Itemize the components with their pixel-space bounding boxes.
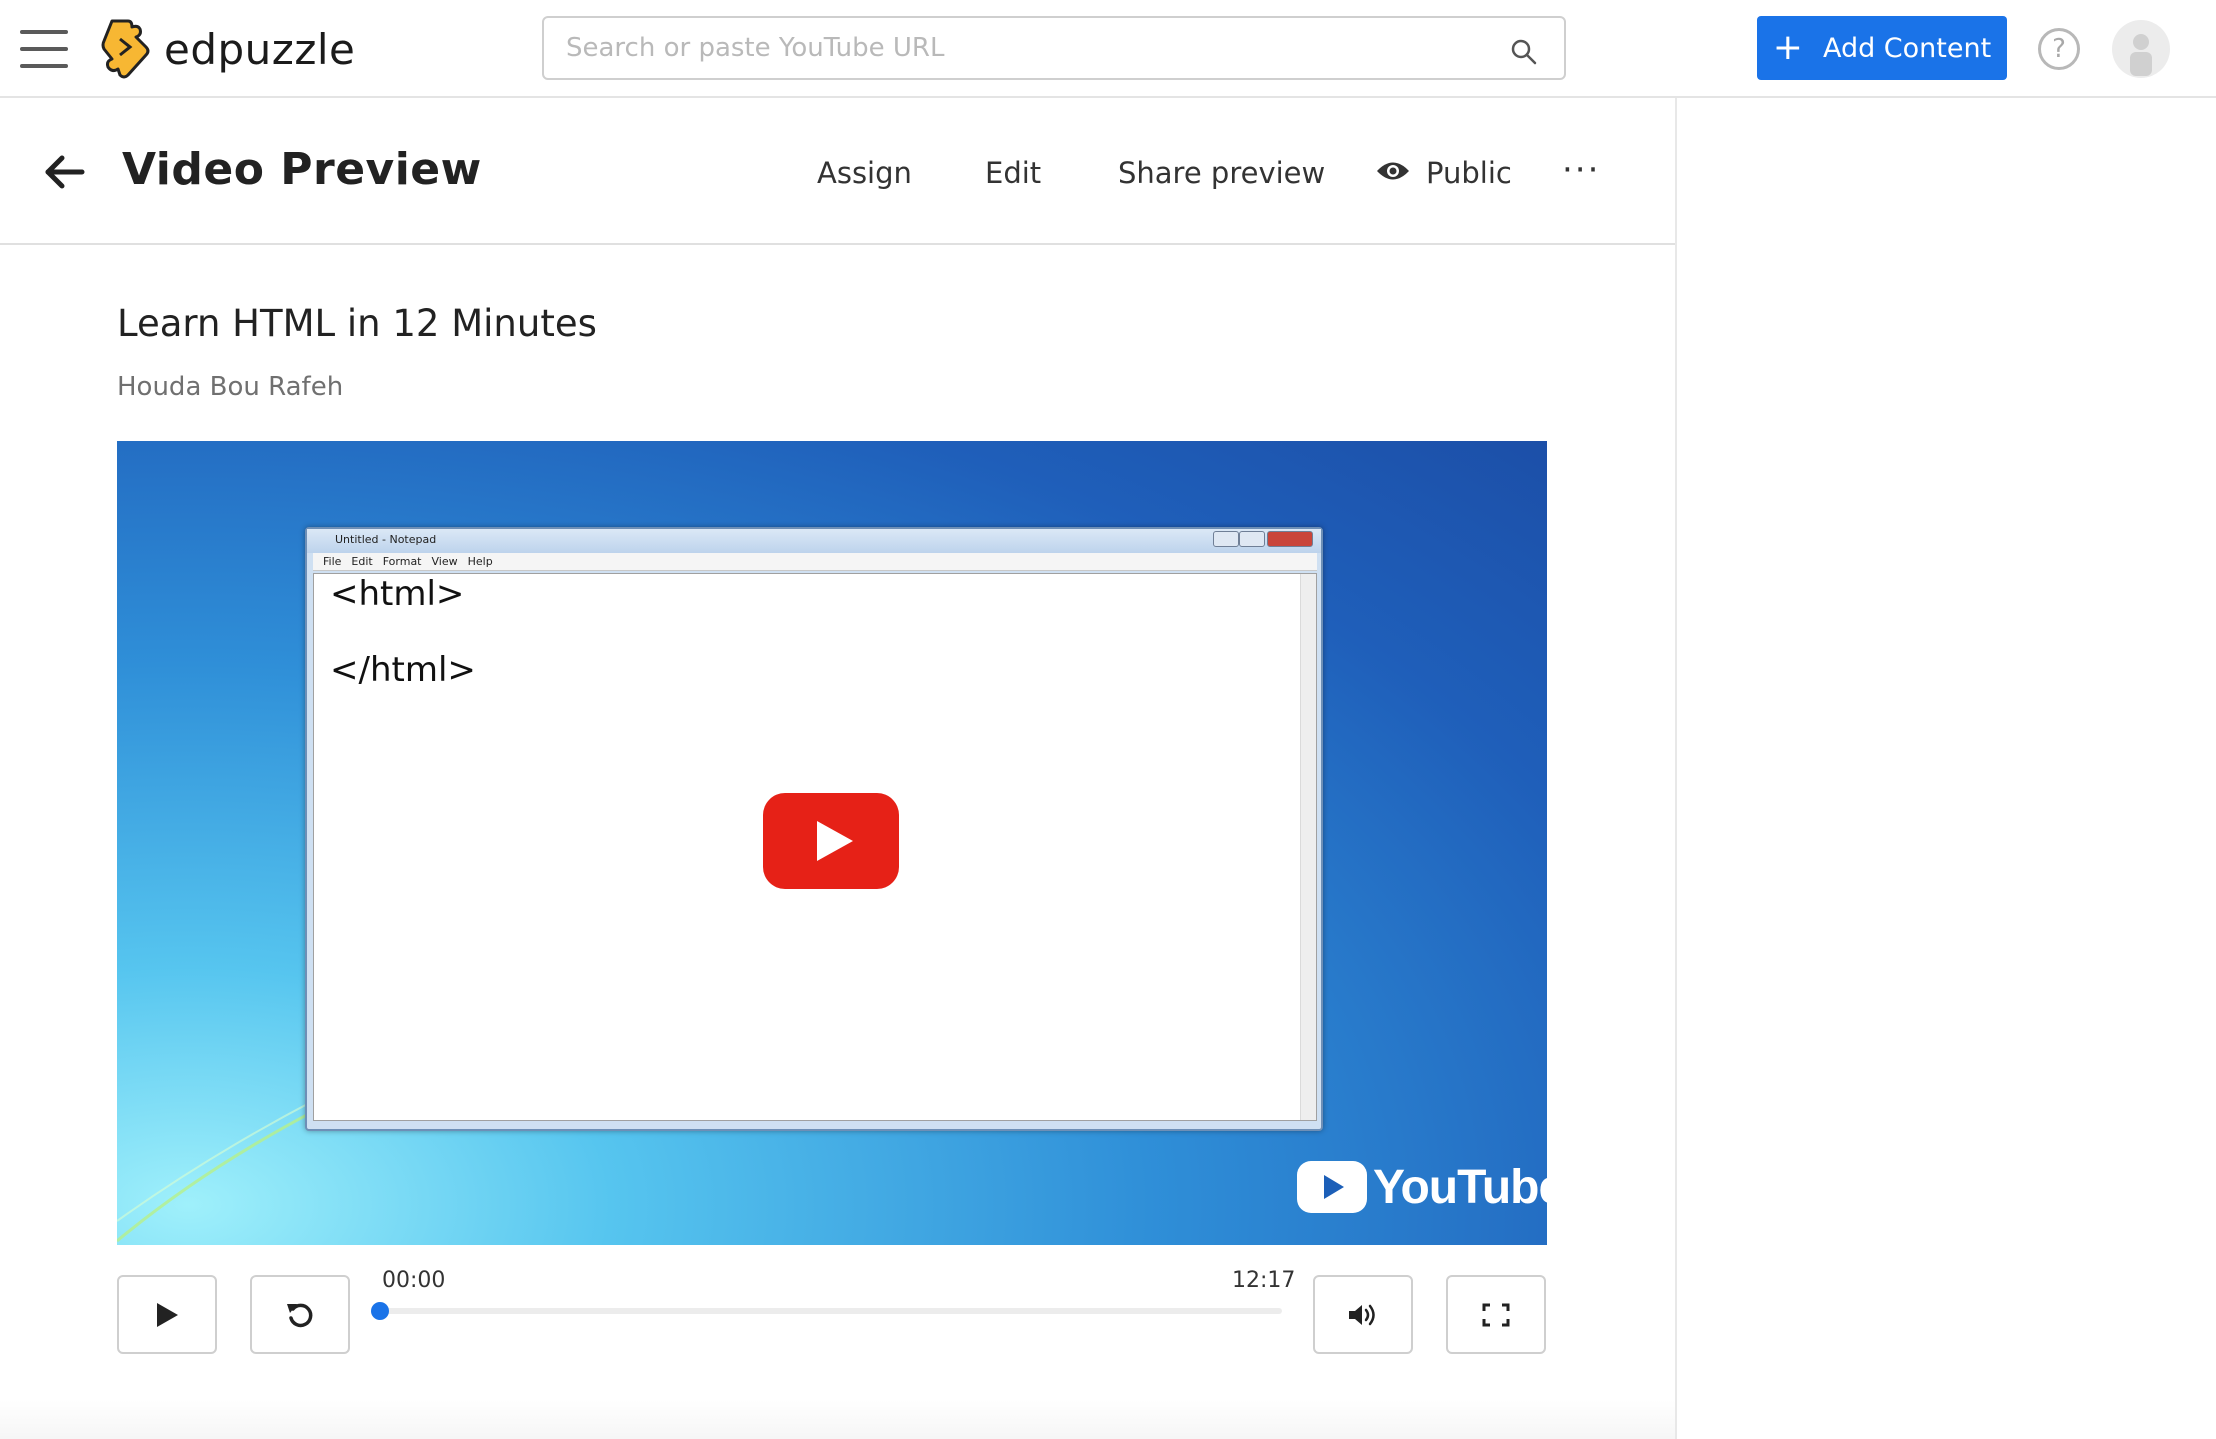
video-title: Learn HTML in 12 Minutes [117, 302, 597, 345]
edit-button[interactable]: Edit [985, 156, 1041, 190]
fullscreen-button[interactable] [1446, 1275, 1546, 1354]
progress-bar[interactable] [380, 1308, 1282, 1314]
notepad-scrollbar [1300, 574, 1316, 1120]
maximize-icon [1239, 531, 1265, 547]
visibility-public-button[interactable]: Public [1426, 156, 1512, 190]
notepad-menu-edit: Edit [351, 555, 373, 568]
close-icon [1267, 531, 1313, 547]
add-content-button[interactable]: + Add Content [1757, 16, 2007, 80]
notepad-menu-format: Format [382, 555, 422, 568]
notepad-menu-view: View [431, 555, 458, 568]
user-silhouette-icon [2130, 34, 2152, 76]
page-title: Video Preview [122, 144, 482, 195]
top-navigation-bar: edpuzzle + Add Content ? [0, 0, 2216, 98]
youtube-watermark[interactable]: YouTube [1297, 1157, 1547, 1217]
video-duration: 12:17 [1232, 1268, 1296, 1293]
fullscreen-icon [1482, 1303, 1510, 1326]
assign-button[interactable]: Assign [817, 156, 912, 190]
add-content-label: Add Content [1822, 32, 1992, 64]
volume-button[interactable] [1313, 1275, 1413, 1354]
notepad-menu-help: Help [467, 555, 493, 568]
search-input[interactable] [566, 28, 1486, 68]
page-bottom [0, 1400, 1675, 1439]
more-options-icon[interactable]: ··· [1562, 150, 1600, 190]
video-author: Houda Bou Rafeh [117, 372, 344, 402]
notepad-menu: File Edit Format View Help [313, 553, 1317, 571]
edpuzzle-logo[interactable]: edpuzzle [98, 14, 355, 84]
code-line-close: </html> [330, 650, 476, 690]
avatar[interactable] [2112, 20, 2170, 78]
rewind-icon [287, 1303, 313, 1327]
brand-name: edpuzzle [164, 24, 356, 74]
share-preview-button[interactable]: Share preview [1118, 156, 1325, 190]
play-button[interactable] [117, 1275, 217, 1354]
minimize-icon [1213, 531, 1239, 547]
volume-icon [1349, 1304, 1375, 1325]
puzzle-logo-icon [101, 19, 150, 79]
plus-icon: + [1772, 27, 1803, 68]
progress-handle[interactable] [371, 1302, 389, 1320]
eye-icon [1377, 162, 1409, 180]
play-icon [157, 1302, 178, 1327]
back-arrow-icon[interactable] [42, 150, 86, 194]
video-player[interactable]: Untitled - Notepad File Edit Format View… [117, 441, 1547, 1245]
right-panel-divider [1675, 98, 1677, 1439]
youtube-watermark-text: YouTube [1373, 1160, 1547, 1214]
youtube-play-icon[interactable] [763, 793, 899, 889]
page-header: Video Preview Assign Edit Share preview … [0, 98, 1675, 245]
help-icon[interactable]: ? [2038, 28, 2080, 70]
search-box[interactable] [542, 16, 1566, 80]
notepad-menu-file: File [323, 555, 342, 568]
youtube-logo-icon [1297, 1161, 1367, 1213]
current-time: 00:00 [382, 1268, 446, 1293]
hamburger-menu-icon[interactable] [20, 28, 68, 70]
search-icon[interactable] [1510, 38, 1538, 66]
code-line-open: <html> [330, 574, 465, 614]
restart-button[interactable] [250, 1275, 350, 1354]
notepad-title: Untitled - Notepad [335, 533, 437, 546]
